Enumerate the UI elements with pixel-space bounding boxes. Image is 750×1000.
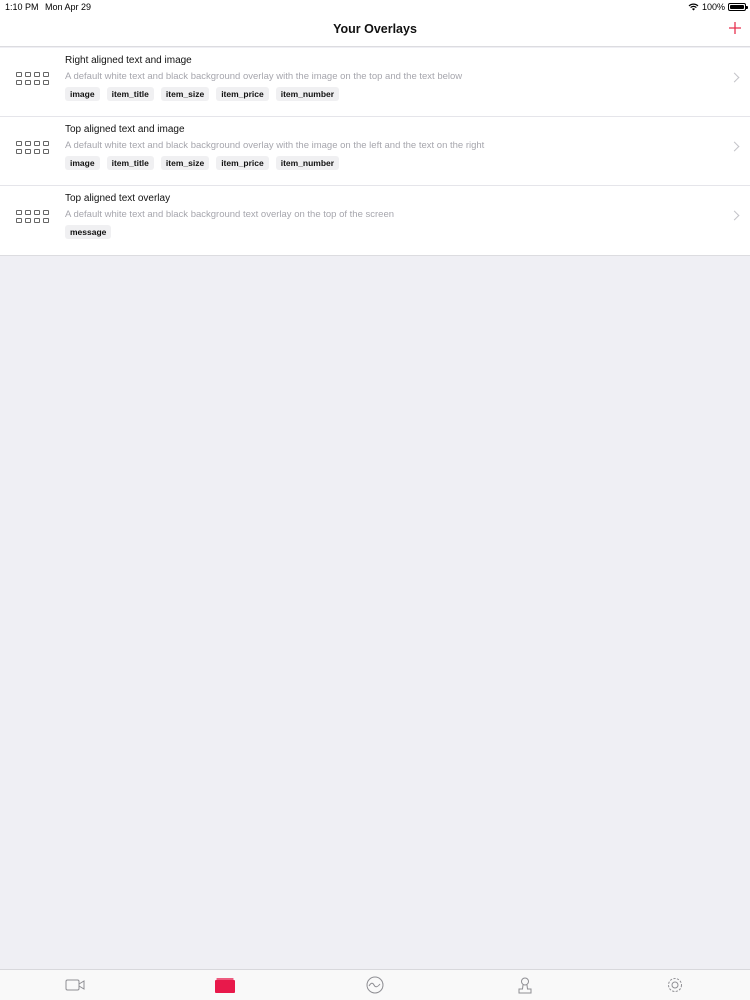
overlay-row[interactable]: Right aligned text and image A default w… <box>0 48 750 117</box>
overlay-title: Right aligned text and image <box>65 55 192 66</box>
activity-wave-icon <box>366 976 384 994</box>
battery-percent: 100% <box>701 2 725 12</box>
overlay-thumbnail-icon <box>16 141 50 157</box>
overlay-folder-icon <box>215 978 235 993</box>
tag-badge: image <box>65 87 100 101</box>
chevron-right-icon <box>729 210 740 221</box>
status-right: 100% <box>688 0 748 14</box>
overlay-thumbnail-icon <box>16 210 50 226</box>
overlay-tags: image item_title item_size item_price it… <box>65 156 340 170</box>
tab-record[interactable] <box>64 976 86 994</box>
tag-badge: message <box>65 225 112 239</box>
status-time: 1:10 PM <box>5 2 39 12</box>
video-camera-icon <box>65 979 85 991</box>
tag-badge: item_number <box>275 87 340 101</box>
overlay-description: A default white text and black backgroun… <box>65 140 485 151</box>
overlay-thumbnail-icon <box>16 72 50 88</box>
page-title: Your Overlays <box>333 22 417 36</box>
tag-badge: image <box>65 156 100 170</box>
tag-badge: item_size <box>160 156 210 170</box>
tab-bar <box>0 969 750 1000</box>
overlay-description: A default white text and black backgroun… <box>65 209 395 220</box>
chevron-right-icon <box>729 72 740 83</box>
overlay-title: Top aligned text overlay <box>65 193 171 204</box>
overlay-tags: image item_title item_size item_price it… <box>65 87 340 101</box>
chevron-right-icon <box>729 141 740 152</box>
overlay-title: Top aligned text and image <box>65 124 185 135</box>
overlay-tags: message <box>65 225 112 239</box>
tag-badge: item_price <box>216 156 269 170</box>
overlay-row[interactable]: Top aligned text and image A default whi… <box>0 117 750 186</box>
status-bar: 1:10 PM Mon Apr 29 100% <box>0 0 750 14</box>
overlay-description: A default white text and black backgroun… <box>65 71 463 82</box>
battery-icon <box>728 3 748 11</box>
tag-badge: item_title <box>106 156 154 170</box>
wifi-icon <box>688 3 699 11</box>
gear-icon <box>668 978 682 992</box>
tag-badge: item_title <box>106 87 154 101</box>
user-icon <box>518 977 532 994</box>
overlay-row[interactable]: Top aligned text overlay A default white… <box>0 186 750 255</box>
tab-settings[interactable] <box>664 976 686 994</box>
tab-activity[interactable] <box>364 976 386 994</box>
status-date: Mon Apr 29 <box>45 2 92 12</box>
plus-icon <box>729 22 741 34</box>
add-overlay-button[interactable] <box>726 20 744 38</box>
tag-badge: item_number <box>275 156 340 170</box>
tab-profile[interactable] <box>514 976 536 994</box>
tag-badge: item_size <box>160 87 210 101</box>
tag-badge: item_price <box>216 87 269 101</box>
overlay-list: Right aligned text and image A default w… <box>0 48 750 256</box>
tab-overlays[interactable] <box>214 976 236 994</box>
navigation-bar: Your Overlays <box>0 14 750 47</box>
